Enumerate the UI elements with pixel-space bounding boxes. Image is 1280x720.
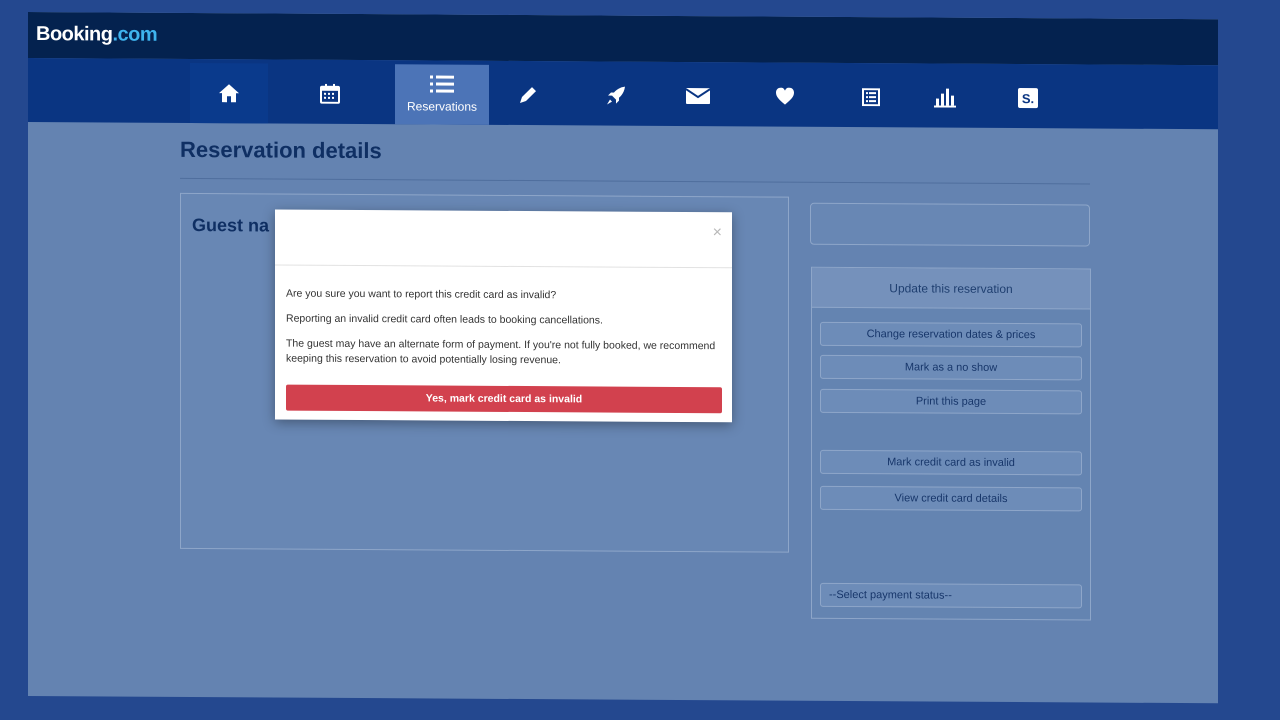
print-page-button[interactable]: Print this page xyxy=(820,388,1082,415)
nav-edit[interactable] xyxy=(488,65,568,125)
nav-opportunities[interactable]: S. xyxy=(988,68,1068,128)
dialog-warning: Reporting an invalid credit card often l… xyxy=(286,312,603,327)
confirm-invalid-button[interactable]: Yes, mark credit card as invalid xyxy=(286,384,722,414)
nav-finance[interactable] xyxy=(831,67,911,127)
nav-reservations[interactable]: Reservations xyxy=(395,64,489,125)
dialog-advice: The guest may have an alternate form of … xyxy=(286,337,716,367)
calendar-icon xyxy=(320,83,340,104)
home-icon xyxy=(219,84,239,103)
nav-calendar[interactable] xyxy=(290,64,370,124)
guest-name-heading: Guest na xyxy=(192,215,270,236)
summary-panel xyxy=(810,202,1090,247)
brand-bar: Booking.com xyxy=(28,12,1218,66)
bar-chart-icon xyxy=(934,88,956,108)
dialog-question: Are you sure you want to report this cre… xyxy=(286,287,557,302)
dialog-body: Are you sure you want to report this cre… xyxy=(275,266,732,414)
mark-card-invalid-button[interactable]: Mark credit card as invalid xyxy=(820,449,1082,476)
title-divider xyxy=(180,177,1090,185)
close-icon[interactable]: × xyxy=(713,224,722,242)
booking-logo[interactable]: Booking.com xyxy=(36,23,157,47)
view-card-details-button[interactable]: View credit card details xyxy=(820,485,1082,512)
pencil-icon xyxy=(520,87,536,104)
list-icon xyxy=(430,75,454,93)
browser-viewport: Booking.com Reservations S. Reservation … xyxy=(28,12,1218,704)
nav-analytics[interactable] xyxy=(905,67,985,127)
payment-status-select[interactable]: --Select payment status-- xyxy=(820,582,1082,609)
s-badge-icon: S. xyxy=(1018,88,1038,109)
nav-reservations-label: Reservations xyxy=(406,99,478,114)
nav-favorites[interactable] xyxy=(745,66,825,126)
mark-no-show-button[interactable]: Mark as a no show xyxy=(820,354,1082,381)
heart-icon xyxy=(776,87,794,105)
change-dates-prices-button[interactable]: Change reservation dates & prices xyxy=(820,321,1082,348)
dialog-header: × xyxy=(275,209,732,269)
envelope-icon xyxy=(686,88,710,105)
nav-messages[interactable] xyxy=(658,66,738,126)
update-reservation-panel: Update this reservation Change reservati… xyxy=(811,266,1091,621)
rocket-icon xyxy=(607,86,625,105)
page-title: Reservation details xyxy=(180,136,382,164)
invalid-card-dialog: × Are you sure you want to report this c… xyxy=(275,209,732,423)
nav-home[interactable] xyxy=(190,62,268,124)
document-list-icon xyxy=(862,88,880,107)
update-reservation-heading: Update this reservation xyxy=(812,267,1090,310)
main-navigation: Reservations S. xyxy=(28,58,1218,130)
nav-promote[interactable] xyxy=(576,65,656,125)
